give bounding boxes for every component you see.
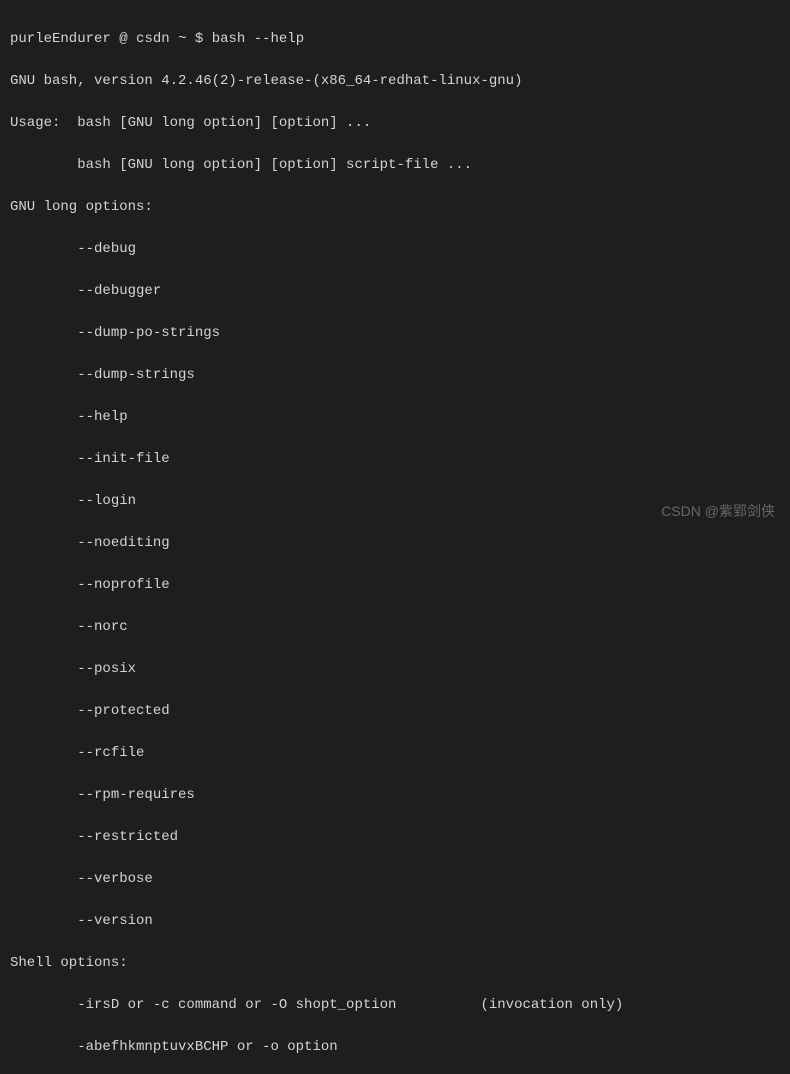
version-line: GNU bash, version 4.2.46(2)-release-(x86… — [10, 71, 780, 92]
option-line: --restricted — [10, 827, 780, 848]
option-line: --rcfile — [10, 743, 780, 764]
watermark: CSDN @紫郢剑侠 — [661, 501, 775, 522]
option-line: --debugger — [10, 281, 780, 302]
usage-line-2: bash [GNU long option] [option] script-f… — [10, 155, 780, 176]
option-line: --help — [10, 407, 780, 428]
prompt-tilde: ~ — [178, 31, 186, 47]
shell-options-header: Shell options: — [10, 953, 780, 974]
option-line: --dump-po-strings — [10, 323, 780, 344]
option-line: --dump-strings — [10, 365, 780, 386]
prompt-dollar: $ — [195, 31, 203, 47]
prompt-user: purleEndurer — [10, 31, 111, 47]
option-line: --protected — [10, 701, 780, 722]
option-line: --noediting — [10, 533, 780, 554]
option-line: --version — [10, 911, 780, 932]
shell-opt-line-2: -abefhkmnptuvxBCHP or -o option — [10, 1037, 780, 1058]
prompt-line: purleEndurer @ csdn ~ $ bash --help — [10, 29, 780, 50]
option-line: --norc — [10, 617, 780, 638]
prompt-command: bash --help — [212, 31, 304, 47]
option-line: --posix — [10, 659, 780, 680]
gnu-long-header: GNU long options: — [10, 197, 780, 218]
usage-line-1: Usage: bash [GNU long option] [option] .… — [10, 113, 780, 134]
option-line: --rpm-requires — [10, 785, 780, 806]
option-line: --init-file — [10, 449, 780, 470]
prompt-at: @ — [119, 31, 127, 47]
option-line: --debug — [10, 239, 780, 260]
option-line: --verbose — [10, 869, 780, 890]
terminal-output[interactable]: purleEndurer @ csdn ~ $ bash --help GNU … — [10, 8, 780, 1074]
shell-opt-line-1: -irsD or -c command or -O shopt_option (… — [10, 995, 780, 1016]
option-line: --noprofile — [10, 575, 780, 596]
prompt-host: csdn — [136, 31, 170, 47]
